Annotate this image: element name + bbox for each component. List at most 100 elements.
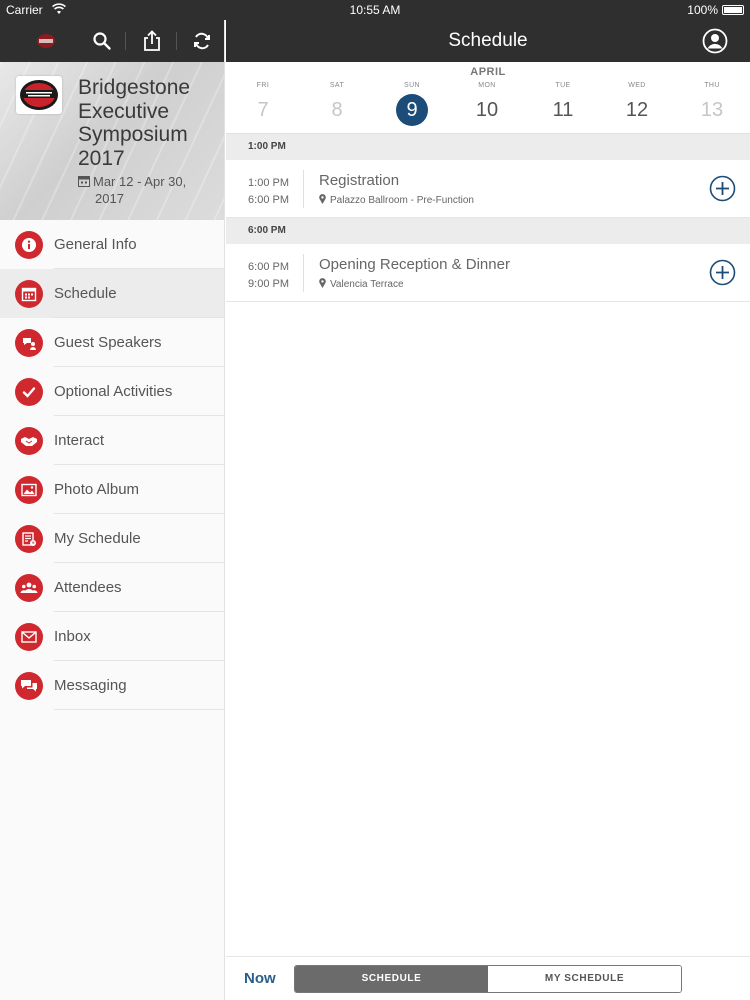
location-pin-icon [319, 278, 326, 291]
schedule-segmented-control: SCHEDULE MY SCHEDULE [294, 965, 682, 993]
profile-icon[interactable] [702, 28, 728, 54]
sidebar-nav: General Info Schedule Guest Speakers Opt… [0, 220, 224, 710]
event-dates-line2: 2017 [95, 191, 124, 206]
session-location: Palazzo Ballroom - Pre-Function [319, 194, 474, 207]
date-picker: APRIL FRI 7 SAT 8 SUN 9 MON 10 TUE 11 WE… [226, 62, 750, 134]
tab-schedule[interactable]: SCHEDULE [295, 966, 488, 992]
session-end: 9:00 PM [248, 278, 289, 290]
toolbar-divider [125, 32, 126, 50]
day-number: 9 [396, 94, 428, 126]
sidebar-item-optional-activities[interactable]: Optional Activities [0, 367, 224, 416]
session-title: Registration [319, 172, 400, 189]
event-header: Bridgestone Executive Symposium 2017 Mar… [0, 62, 224, 220]
chat-icon [15, 671, 43, 700]
sidebar-item-attendees[interactable]: Attendees [0, 563, 224, 612]
photo-icon [15, 475, 43, 504]
session-divider [303, 170, 304, 208]
sidebar-item-my-schedule[interactable]: My Schedule [0, 514, 224, 563]
add-to-schedule-button[interactable] [709, 259, 736, 286]
event-dates-line1: Mar 12 - Apr 30, [93, 174, 187, 189]
session-start: 6:00 PM [248, 261, 289, 273]
main-panel: Schedule APRIL FRI 7 SAT 8 SUN 9 MON 10 … [226, 20, 750, 1000]
sidebar-item-label: Inbox [54, 628, 91, 645]
sidebar-item-label: Photo Album [54, 481, 140, 498]
day-sat[interactable]: SAT 8 [312, 82, 362, 126]
sidebar-item-label: Interact [54, 432, 105, 449]
sidebar-item-label: General Info [54, 236, 137, 253]
session-location: Valencia Terrace [319, 278, 404, 291]
day-sun[interactable]: SUN 9 [387, 82, 437, 126]
sidebar-item-label: My Schedule [54, 530, 141, 547]
sidebar-item-interact[interactable]: Interact [0, 416, 224, 465]
session-row-registration[interactable]: 1:00 PM 6:00 PM Registration Palazzo Bal… [226, 160, 750, 218]
sidebar-item-label: Messaging [54, 677, 127, 694]
day-number: 7 [257, 99, 269, 121]
session-times: 1:00 PM 6:00 PM [226, 175, 289, 209]
sidebar-item-messaging[interactable]: Messaging [0, 661, 224, 710]
day-of-week: MON [478, 82, 496, 89]
day-number: 11 [552, 99, 574, 121]
session-times: 6:00 PM 9:00 PM [226, 259, 289, 293]
sidebar-item-label: Guest Speakers [54, 334, 162, 351]
day-fri[interactable]: FRI 7 [238, 82, 288, 126]
people-icon [15, 573, 43, 602]
day-tue[interactable]: TUE 11 [538, 82, 588, 126]
day-number: 12 [625, 99, 649, 121]
session-location-text: Valencia Terrace [330, 279, 404, 290]
battery-percent: 100% [687, 3, 718, 17]
day-number: 8 [331, 99, 343, 121]
month-label: APRIL [470, 66, 506, 78]
event-title: Bridgestone Executive Symposium 2017 [78, 76, 191, 170]
home-logo-button[interactable] [26, 20, 66, 62]
sidebar: Bridgestone Executive Symposium 2017 Mar… [0, 20, 225, 1000]
sidebar-item-label: Schedule [54, 285, 117, 302]
now-button[interactable]: Now [244, 970, 276, 987]
sidebar-item-guest-speakers[interactable]: Guest Speakers [0, 318, 224, 367]
session-divider [303, 254, 304, 292]
main-toolbar: Schedule [226, 20, 750, 62]
day-wed[interactable]: WED 12 [612, 82, 662, 126]
session-end: 6:00 PM [248, 194, 289, 206]
share-icon[interactable] [132, 20, 172, 62]
toolbar-divider [176, 32, 177, 50]
event-logo [16, 76, 62, 114]
day-of-week: SAT [329, 82, 345, 89]
time-section-header: 6:00 PM [226, 218, 750, 244]
sidebar-item-inbox[interactable]: Inbox [0, 612, 224, 661]
my-schedule-icon [15, 524, 43, 553]
bottom-bar: Now SCHEDULE MY SCHEDULE [226, 956, 750, 1000]
sidebar-item-schedule[interactable]: Schedule [0, 269, 224, 318]
page-title: Schedule [448, 30, 528, 51]
day-thu[interactable]: THU 13 [687, 82, 737, 126]
sidebar-toolbar [0, 20, 224, 62]
day-number: 10 [475, 99, 499, 121]
add-to-schedule-button[interactable] [709, 175, 736, 202]
calendar-icon [78, 175, 90, 191]
info-icon [15, 230, 43, 259]
session-title: Opening Reception & Dinner [319, 256, 510, 273]
event-dates: Mar 12 - Apr 30, 2017 [78, 174, 218, 207]
day-mon[interactable]: MON 10 [462, 82, 512, 126]
day-number: 13 [700, 99, 724, 121]
divider [54, 709, 224, 710]
speaker-icon [15, 328, 43, 357]
envelope-icon [15, 622, 43, 651]
handshake-icon [15, 426, 43, 455]
session-row-opening-reception[interactable]: 6:00 PM 9:00 PM Opening Reception & Dinn… [226, 244, 750, 302]
sidebar-item-photo-album[interactable]: Photo Album [0, 465, 224, 514]
day-of-week: WED [628, 82, 646, 89]
clock: 10:55 AM [349, 3, 401, 17]
tab-my-schedule[interactable]: MY SCHEDULE [488, 966, 681, 992]
day-of-week: FRI [256, 82, 270, 89]
calendar-icon [15, 279, 43, 308]
sidebar-item-general-info[interactable]: General Info [0, 220, 224, 269]
battery-icon [722, 5, 744, 15]
check-icon [15, 377, 43, 406]
sidebar-item-label: Attendees [54, 579, 122, 596]
search-icon[interactable] [82, 20, 122, 62]
day-of-week: TUE [555, 82, 571, 89]
day-of-week: SUN [404, 82, 420, 89]
session-start: 1:00 PM [248, 177, 289, 189]
session-location-text: Palazzo Ballroom - Pre-Function [330, 195, 474, 206]
refresh-icon[interactable] [182, 20, 222, 62]
